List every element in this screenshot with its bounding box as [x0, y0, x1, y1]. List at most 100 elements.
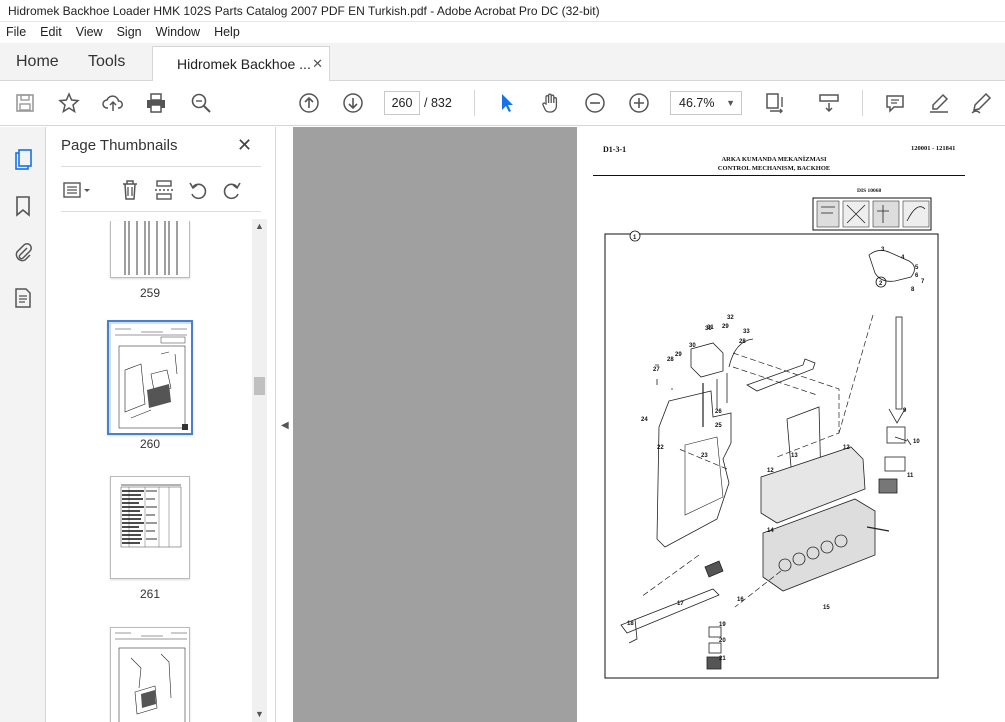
toolbar: 260 / 832 46.7% ▼	[0, 81, 1005, 126]
callout-number: 15	[823, 605, 830, 611]
zoom-in-icon[interactable]	[626, 90, 652, 116]
insert-page-icon[interactable]	[151, 177, 177, 203]
menu-view[interactable]: View	[76, 22, 103, 43]
callout-number: 24	[641, 417, 648, 423]
menu-bar: File Edit View Sign Window Help	[0, 22, 1005, 43]
thumbnail-label: 261	[139, 587, 161, 601]
document-properties-icon[interactable]	[10, 285, 36, 311]
thumbnail-options-icon[interactable]	[59, 177, 95, 203]
scroll-down-icon[interactable]: ▼	[255, 709, 264, 719]
save-icon[interactable]	[12, 90, 38, 116]
hand-tool-icon[interactable]	[538, 90, 564, 116]
callout-number: 25	[715, 423, 722, 429]
callout-number: 19	[719, 622, 726, 628]
print-icon[interactable]	[143, 90, 169, 116]
chevron-left-icon: ◀	[281, 420, 289, 431]
tab-document[interactable]: Hidromek Backhoe ... ✕	[152, 46, 330, 82]
callout-number: 18	[627, 621, 634, 627]
tab-bar: Home Tools Hidromek Backhoe ... ✕	[0, 43, 1005, 82]
callout-number: 26	[715, 409, 722, 415]
collapse-panel-handle[interactable]: ◀	[275, 127, 293, 722]
page-thumbnails-icon[interactable]	[10, 147, 36, 173]
thumbnail-page-260[interactable]	[107, 320, 193, 435]
sign-pen-icon[interactable]	[968, 90, 994, 116]
bookmark-star-icon[interactable]	[56, 90, 82, 116]
callout-number: 31	[707, 325, 714, 331]
bookmark-icon[interactable]	[10, 193, 36, 219]
zoom-out-icon[interactable]	[582, 90, 608, 116]
scroll-mode-icon[interactable]	[816, 90, 842, 116]
safety-pictograms	[812, 197, 932, 231]
zoom-level-value: 46.7%	[679, 96, 715, 110]
callout-number: 13	[791, 453, 798, 459]
thumbnail-label: 259	[139, 286, 161, 300]
thumbnail-list: 259 260 261	[47, 217, 257, 722]
rotate-left-icon[interactable]	[185, 177, 211, 203]
upload-cloud-icon[interactable]	[100, 90, 126, 116]
menu-help[interactable]: Help	[214, 22, 240, 43]
close-panel-icon[interactable]: ✕	[237, 135, 252, 156]
current-page-marker	[182, 424, 188, 430]
page-total: / 832	[424, 96, 452, 110]
thumbnail-page-262[interactable]	[110, 627, 190, 722]
comment-icon[interactable]	[882, 90, 908, 116]
zoom-search-icon[interactable]	[188, 90, 214, 116]
menu-sign[interactable]: Sign	[117, 22, 142, 43]
page-number-input[interactable]: 260	[384, 91, 420, 115]
tab-tools[interactable]: Tools	[88, 43, 125, 81]
callout-number: 23	[701, 453, 708, 459]
toolbar-divider	[474, 90, 475, 116]
next-page-icon[interactable]	[340, 90, 366, 116]
callout-number: 9	[903, 408, 907, 414]
attachment-icon[interactable]	[10, 239, 36, 265]
callout-number: 12	[767, 468, 774, 474]
pdf-page: D1-3-1 120001 - 121841 ARKA KUMANDA MEKA…	[577, 127, 1005, 722]
callout-number: 21	[719, 656, 726, 662]
tab-document-label: Hidromek Backhoe ...	[177, 56, 311, 72]
callout-number: 32	[727, 315, 734, 321]
menu-window[interactable]: Window	[156, 22, 200, 43]
callout-number: 4	[901, 255, 905, 261]
thumbnail-page-259[interactable]	[110, 221, 190, 278]
callout-number: 17	[677, 601, 684, 607]
callout-number: 20	[719, 638, 726, 644]
thumbnail-scrollbar[interactable]: ▲ ▼	[252, 219, 267, 722]
tab-home[interactable]: Home	[16, 43, 59, 81]
exploded-parts-diagram: 1 2 3 4 5 6 7 8 9 10 11 12 12 13 14 15 1…	[604, 197, 939, 679]
callout-number: 28	[739, 339, 746, 345]
thumbnail-page-261[interactable]	[110, 476, 190, 579]
callout-number: 3	[881, 247, 885, 253]
callout-number: 29	[722, 324, 729, 330]
panel-divider	[61, 166, 261, 167]
page-thumbnails-panel: Page Thumbnails ✕ 259 260 261 ▲ ▼	[47, 127, 274, 722]
highlight-pen-icon[interactable]	[926, 90, 952, 116]
previous-page-icon[interactable]	[296, 90, 322, 116]
callout-number: 7	[921, 279, 925, 285]
left-rail	[0, 127, 46, 722]
callout-number: 16	[737, 597, 744, 603]
rotate-right-icon[interactable]	[219, 177, 245, 203]
panel-title: Page Thumbnails	[61, 137, 178, 154]
callout-number: 28	[667, 357, 674, 363]
scrollbar-thumb[interactable]	[254, 377, 265, 395]
zoom-level-select[interactable]: 46.7% ▼	[670, 91, 742, 115]
callout-number: 10	[913, 439, 920, 445]
document-viewer: D1-3-1 120001 - 121841 ARKA KUMANDA MEKA…	[293, 127, 1005, 722]
scroll-up-icon[interactable]: ▲	[255, 221, 264, 231]
menu-edit[interactable]: Edit	[40, 22, 62, 43]
callout-number: 12	[843, 445, 850, 451]
page-fit-icon[interactable]	[762, 90, 788, 116]
delete-page-icon[interactable]	[117, 177, 143, 203]
panel-toolbar	[57, 175, 267, 205]
callout-number: 14	[767, 528, 774, 534]
callout-number: 33	[743, 329, 750, 335]
callout-number: 30	[689, 343, 696, 349]
close-tab-icon[interactable]: ✕	[312, 47, 323, 81]
panel-divider	[61, 211, 261, 212]
select-cursor-icon[interactable]	[494, 90, 520, 116]
thumbnail-label: 260	[139, 437, 161, 451]
callout-number: 6	[915, 273, 919, 279]
callout-number: 11	[907, 473, 914, 479]
window-title: Hidromek Backhoe Loader HMK 102S Parts C…	[0, 0, 1005, 22]
menu-file[interactable]: File	[6, 22, 26, 43]
